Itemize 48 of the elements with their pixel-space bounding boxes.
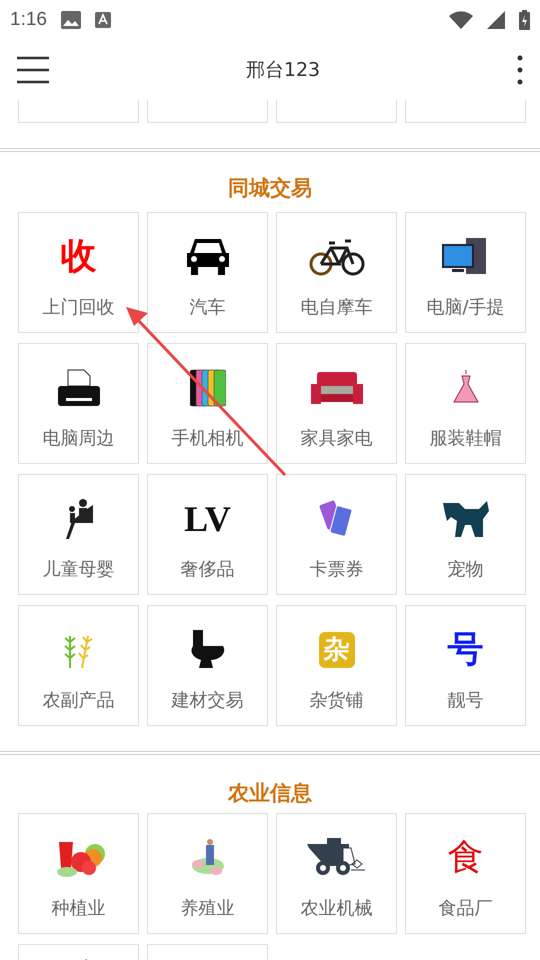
glyph-icon: LV <box>184 501 231 537</box>
category-tile[interactable]: 手机相机 <box>147 343 268 464</box>
category-tile[interactable]: 号 靓号 <box>405 605 526 726</box>
category-tile[interactable] <box>405 100 526 123</box>
printer-icon <box>56 368 102 408</box>
category-tile[interactable]: 服装鞋帽 <box>405 343 526 464</box>
image-icon <box>60 11 81 29</box>
car-icon <box>184 237 230 277</box>
glyph-icon: 杂 <box>318 632 354 668</box>
dog-icon <box>440 499 490 539</box>
harvester-icon <box>306 838 366 878</box>
category-tile[interactable]: 收 上门回收 <box>18 212 139 333</box>
category-tile[interactable]: 家具家电 <box>276 343 397 464</box>
bicycle-icon <box>308 237 364 277</box>
category-tile[interactable]: 电自摩车 <box>276 212 397 333</box>
keyboard-a-icon <box>94 12 111 28</box>
glyph-icon: 收 <box>60 239 96 275</box>
category-tile[interactable]: 杂 杂货铺 <box>276 605 397 726</box>
category-tile[interactable]: 农业机械 <box>276 813 397 934</box>
battery-icon <box>519 10 530 30</box>
category-tile[interactable]: 建材交易 <box>147 605 268 726</box>
wifi-icon <box>449 11 473 29</box>
category-tile[interactable]: 电脑/手提 <box>405 212 526 333</box>
phones-icon <box>190 368 226 408</box>
category-tile[interactable]: 儿童母婴 <box>18 474 139 595</box>
category-tile[interactable]: 电脑周边 <box>18 343 139 464</box>
category-tile[interactable]: 宠物 <box>405 474 526 595</box>
category-tile[interactable]: 汽车 <box>147 212 268 333</box>
sofa-icon <box>308 370 364 406</box>
glyph-icon: 食 <box>448 840 484 876</box>
toilet-icon <box>190 630 224 670</box>
category-tile[interactable] <box>147 100 268 123</box>
category-tile[interactable] <box>276 100 397 123</box>
more-options-button[interactable] <box>516 55 524 85</box>
menu-button[interactable] <box>16 56 50 84</box>
status-time: 1:16 <box>10 9 47 31</box>
category-tile[interactable]: LV 奢侈品 <box>147 474 268 595</box>
section-title: 农业信息 <box>226 780 313 807</box>
category-tile[interactable] <box>18 100 139 123</box>
category-tile[interactable]: 食 食品厂 <box>405 813 526 934</box>
glyph-icon: 号 <box>448 632 484 668</box>
signal-icon <box>487 11 505 29</box>
category-tile[interactable]: 种植业 <box>18 813 139 934</box>
app-title: 邢台123 <box>244 58 322 83</box>
section-title: 同城交易 <box>227 175 313 202</box>
category-tile[interactable]: 养殖业 <box>147 813 268 934</box>
category-tile[interactable]: 卡票券 <box>276 474 397 595</box>
category-tile[interactable]: 农副产品 <box>18 605 139 726</box>
